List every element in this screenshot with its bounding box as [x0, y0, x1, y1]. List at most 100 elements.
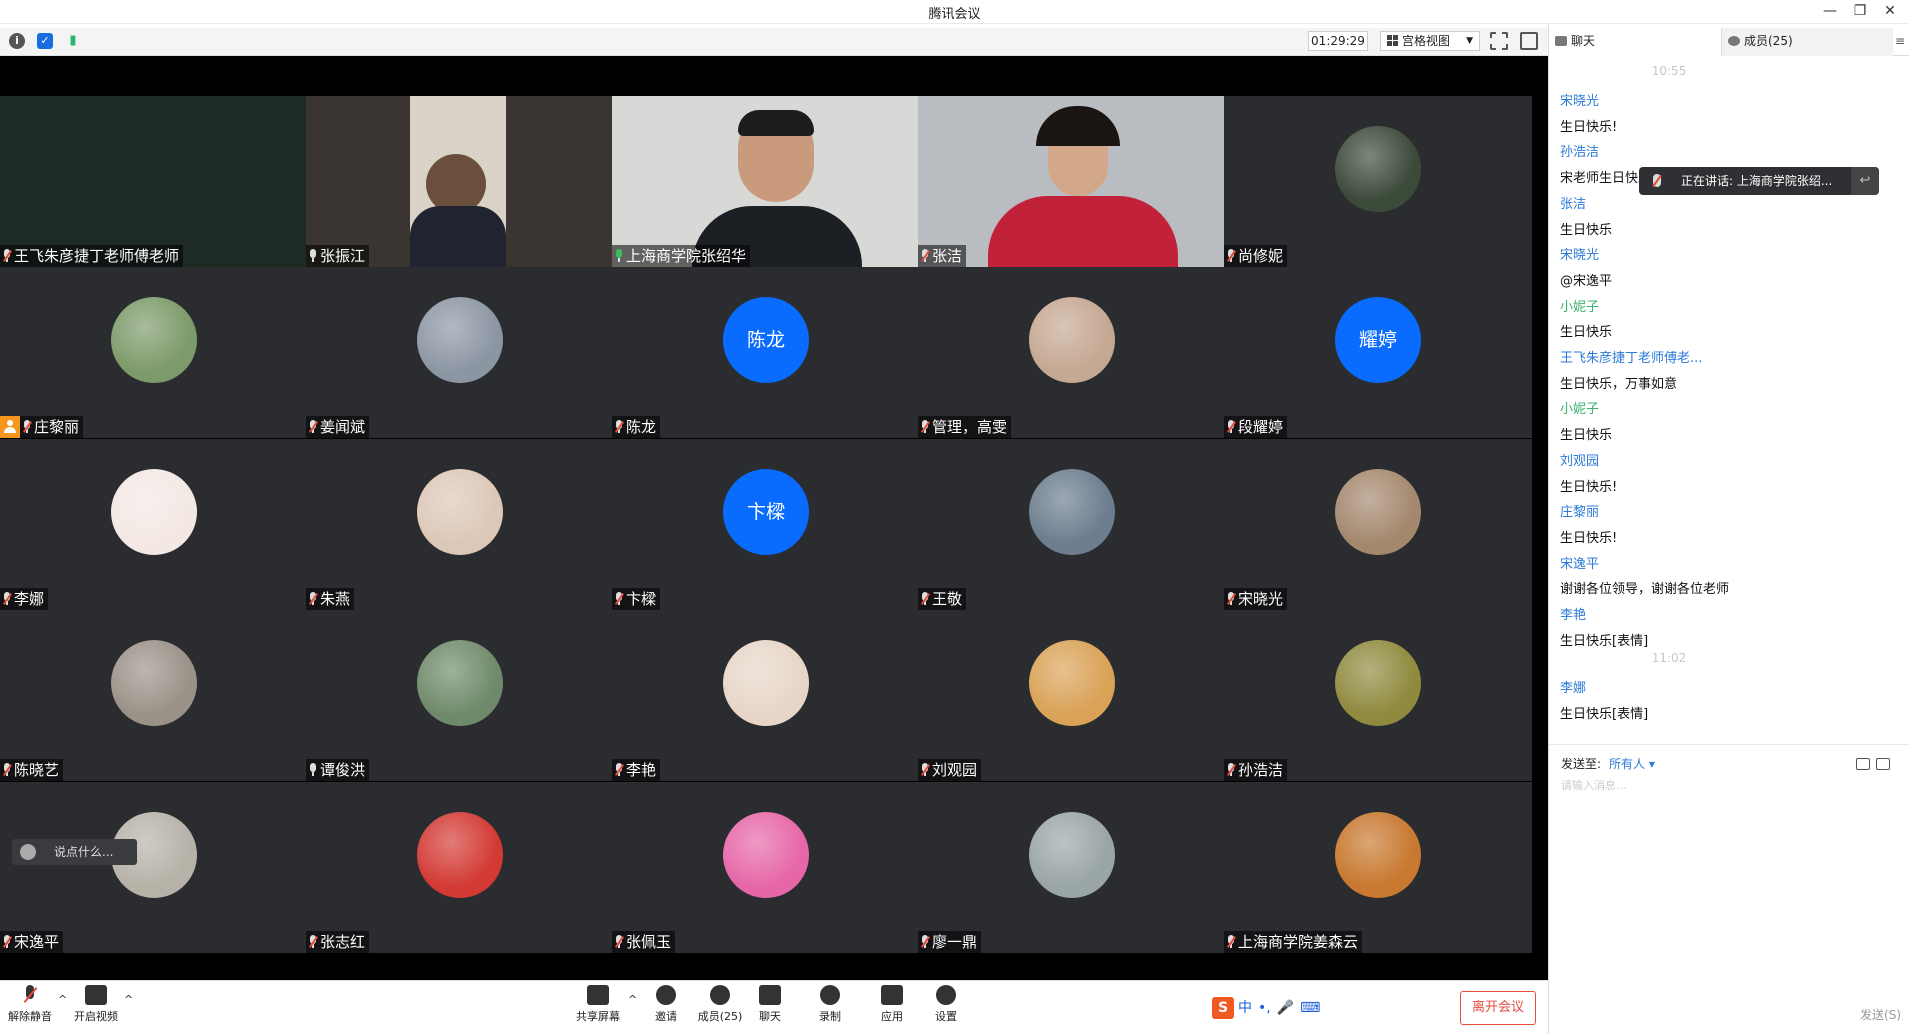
- reply-arrow-icon[interactable]: ↩: [1851, 167, 1879, 195]
- chat-button[interactable]: 聊天: [744, 985, 796, 1024]
- tab-chat[interactable]: 聊天: [1549, 28, 1721, 56]
- close-button[interactable]: ✕: [1876, 0, 1904, 24]
- participant-tile[interactable]: 管理，高雯: [918, 267, 1226, 438]
- members-button[interactable]: 成员(25): [694, 985, 746, 1024]
- record-icon: [820, 985, 840, 1005]
- sidebar-toggle-icon[interactable]: [1520, 32, 1538, 50]
- participant-tile[interactable]: 卞樑 卞樑: [612, 439, 920, 610]
- view-mode-dropdown[interactable]: 宫格视图 ▼: [1380, 31, 1480, 51]
- participant-tile[interactable]: 宋晓光: [1224, 439, 1532, 610]
- chat-input[interactable]: 请输入消息...: [1561, 777, 1627, 793]
- ime-keyboard-icon[interactable]: ⌨: [1300, 1000, 1320, 1016]
- screenshot-icon[interactable]: [1876, 758, 1890, 770]
- participant-name: 张洁: [932, 247, 963, 265]
- leave-meeting-button[interactable]: 离开会议: [1460, 991, 1536, 1025]
- mic-active-icon: [614, 249, 624, 263]
- participant-tile[interactable]: 尚修妮: [1224, 96, 1532, 267]
- apps-button[interactable]: 应用: [866, 985, 918, 1024]
- participant-tile[interactable]: 朱燕: [306, 439, 614, 610]
- participant-tile[interactable]: 上海商学院张绍华: [612, 96, 920, 267]
- record-button[interactable]: 录制: [804, 985, 856, 1024]
- participant-name: 张志红: [320, 933, 366, 951]
- emoji-icon[interactable]: [20, 844, 36, 860]
- avatar: [111, 640, 197, 726]
- speaking-banner-text: 正在讲话: 上海商学院张绍...: [1681, 174, 1833, 188]
- share-options-chevron-icon[interactable]: ^: [628, 993, 637, 1006]
- participant-tile[interactable]: 上海商学院姜森云: [1224, 782, 1532, 953]
- mic-muted-icon: [22, 420, 33, 434]
- mic-muted-icon: [1226, 249, 1237, 263]
- send-to-dropdown[interactable]: 所有人 ▾: [1609, 755, 1655, 772]
- share-screen-button[interactable]: 共享屏幕: [572, 985, 624, 1024]
- ime-punctuation-icon[interactable]: •,: [1258, 1000, 1271, 1016]
- participant-tile[interactable]: 王敬: [918, 439, 1226, 610]
- avatar: [723, 640, 809, 726]
- avatar: [1029, 812, 1115, 898]
- participant-tile[interactable]: 刘观园: [918, 610, 1226, 781]
- file-icon[interactable]: [1856, 758, 1870, 770]
- participant-name: 朱燕: [320, 590, 351, 608]
- participant-tile[interactable]: 李艳: [612, 610, 920, 781]
- ime-toolbar[interactable]: S 中 •, 🎤 ⌨: [1212, 997, 1326, 1019]
- chat-message-list[interactable]: 10:55 宋晓光 生日快乐! 孙浩洁 宋老师生日快乐 张洁 生日快乐 宋晓光 @宋逸平 小妮子生…: [1549, 60, 1909, 750]
- mic-muted-icon: [1226, 935, 1237, 949]
- participant-tile[interactable]: 张佩玉: [612, 782, 920, 953]
- avatar: 耀婷: [1335, 297, 1421, 383]
- avatar: [417, 812, 503, 898]
- participant-tile[interactable]: 庄黎丽: [0, 267, 308, 438]
- participant-name-tag: 上海商学院姜森云: [1224, 931, 1363, 953]
- quick-chat-input[interactable]: 说点什么...: [12, 839, 137, 865]
- participant-name-tag: 张志红: [306, 931, 370, 953]
- participant-tile[interactable]: 王飞朱彦捷丁老师傅老师: [0, 96, 308, 267]
- fullscreen-icon[interactable]: [1490, 32, 1508, 50]
- ime-chinese-mode[interactable]: 中: [1238, 1000, 1252, 1016]
- participant-tile[interactable]: 张洁: [918, 96, 1226, 267]
- participant-tile[interactable]: 陈龙 陈龙: [612, 267, 920, 438]
- mic-icon: [308, 763, 318, 777]
- participant-name-tag: 张佩玉: [612, 931, 676, 953]
- participant-tile[interactable]: 张振江: [306, 96, 614, 267]
- tab-members[interactable]: 成员(25): [1721, 28, 1893, 56]
- participant-name: 管理，高雯: [932, 418, 1008, 436]
- ime-voice-icon[interactable]: 🎤: [1277, 1000, 1294, 1016]
- mic-muted-icon: [920, 249, 931, 263]
- mic-muted-icon: [614, 935, 625, 949]
- participant-tile[interactable]: 姜闻斌: [306, 267, 614, 438]
- panel-menu-icon[interactable]: ≡: [1895, 34, 1905, 48]
- participant-tile[interactable]: 陈晓艺: [0, 610, 308, 781]
- audio-options-chevron-icon[interactable]: ^: [58, 993, 67, 1006]
- participant-tile[interactable]: 张志红: [306, 782, 614, 953]
- invite-button[interactable]: 邀请: [640, 985, 692, 1024]
- participant-name: 陈龙: [626, 418, 657, 436]
- participant-video: [612, 96, 920, 267]
- start-video-button[interactable]: 开启视频: [70, 985, 122, 1024]
- video-options-chevron-icon[interactable]: ^: [124, 993, 133, 1006]
- chat-message-text: 生日快乐[表情]: [1560, 633, 1649, 649]
- send-to-label: 发送至:: [1561, 757, 1602, 771]
- send-button[interactable]: 发送(S): [1860, 1006, 1901, 1023]
- participant-tile[interactable]: 谭俊洪: [306, 610, 614, 781]
- info-icon[interactable]: i: [9, 33, 25, 49]
- chat-message-text: 生日快乐: [1560, 325, 1613, 341]
- participant-name-tag: 刘观园: [918, 759, 982, 781]
- participant-tile[interactable]: 李娜: [0, 439, 308, 610]
- signal-icon[interactable]: ▮: [65, 33, 81, 49]
- mic-muted-icon: [920, 935, 931, 949]
- participant-name-tag: 宋晓光: [1224, 588, 1288, 610]
- participant-tile[interactable]: 宋逸平: [0, 782, 308, 953]
- avatar: [1029, 297, 1115, 383]
- minimize-button[interactable]: —: [1816, 0, 1844, 24]
- mic-muted-icon: [308, 935, 319, 949]
- sogou-logo-icon: S: [1212, 997, 1234, 1019]
- participant-name: 李娜: [14, 590, 45, 608]
- restore-button[interactable]: ❐: [1846, 0, 1874, 24]
- participant-grid: 王飞朱彦捷丁老师傅老师 张振江 上海商学院张绍华 张洁 尚修妮庄黎丽 姜闻斌 陈龙 陈龙 管理，…: [0, 96, 1548, 961]
- unmute-button[interactable]: 解除静音: [4, 985, 56, 1024]
- participant-video: [918, 96, 1226, 267]
- shield-icon[interactable]: ✓: [37, 33, 53, 49]
- participant-tile[interactable]: 廖一鼎: [918, 782, 1226, 953]
- participant-tile[interactable]: 耀婷 段耀婷: [1224, 267, 1532, 438]
- participant-name-tag: 陈龙: [612, 416, 661, 438]
- settings-button[interactable]: 设置: [920, 985, 972, 1024]
- participant-tile[interactable]: 孙浩洁: [1224, 610, 1532, 781]
